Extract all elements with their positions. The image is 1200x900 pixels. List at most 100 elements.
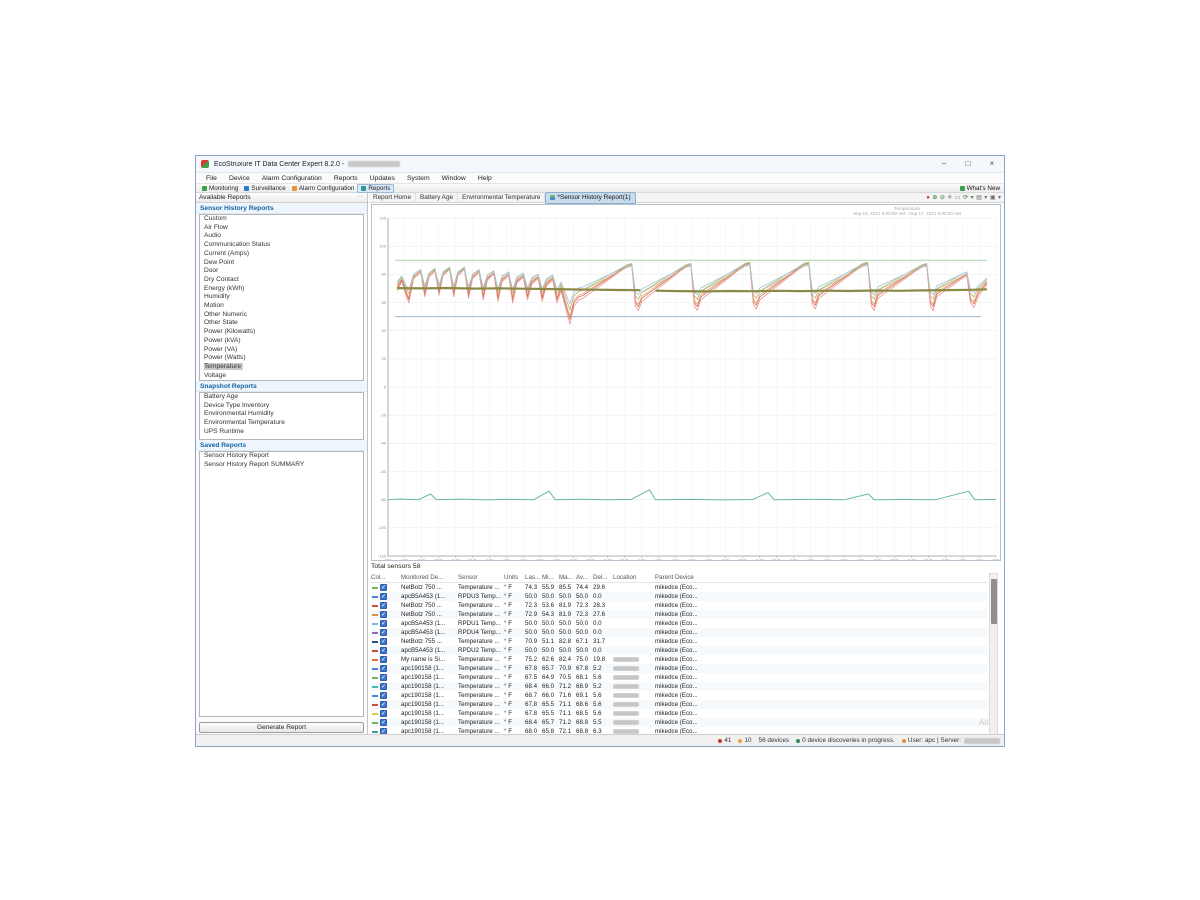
graph-menu-icon[interactable]: ▾ (971, 194, 974, 202)
list-item-ups-runtime[interactable]: UPS Runtime (200, 428, 363, 437)
row-checkbox[interactable]: ✓ (380, 584, 387, 591)
menu-item-reports[interactable]: Reports (328, 173, 364, 184)
row-checkbox[interactable]: ✓ (380, 593, 387, 600)
list-item-other-numeric[interactable]: Other Numeric (200, 311, 363, 320)
row-checkbox[interactable]: ✓ (380, 611, 387, 618)
list-item-sensor-history-report[interactable]: Sensor History Report (200, 452, 363, 461)
row-checkbox[interactable]: ✓ (380, 683, 387, 690)
table-row[interactable]: ✓apcB5A453 (1...RPDU4 Temp...° F50.050.0… (371, 628, 987, 637)
zoom-in-icon[interactable]: ⊕ (932, 194, 937, 202)
list-item-battery-age[interactable]: Battery Age (200, 393, 363, 402)
column-header-mi[interactable]: Mi... (542, 574, 559, 581)
column-header-col[interactable]: Col... (371, 574, 401, 581)
more-menu-icon[interactable]: ▾ (998, 194, 1001, 202)
table-row[interactable]: ✓apc190158 (1...Temperature ...° F67.564… (371, 673, 987, 682)
menu-item-file[interactable]: File (200, 173, 223, 184)
list-item-audio[interactable]: Audio (200, 232, 363, 241)
tab-environmental-temperature[interactable]: Environmental Temperature (458, 193, 545, 203)
list-item-device-type-inventory[interactable]: Device Type Inventory (200, 402, 363, 411)
table-row[interactable]: ✓apc190158 (1...Temperature ...° F68.465… (371, 718, 987, 727)
row-checkbox[interactable]: ✓ (380, 674, 387, 681)
perspective-alarm-configuration[interactable]: Alarm Configuration (289, 184, 358, 193)
table-row[interactable]: ✓apcB5A453 (1...RPDU3 Temp...° F50.050.0… (371, 592, 987, 601)
table-row[interactable]: ✓apc190158 (1...Temperature ...° F67.865… (371, 664, 987, 673)
menu-item-alarm-configuration[interactable]: Alarm Configuration (256, 173, 328, 184)
export-icon[interactable]: ▣ (990, 194, 996, 202)
list-item-humidity[interactable]: Humidity (200, 293, 363, 302)
menu-item-window[interactable]: Window (436, 173, 472, 184)
pane-menu-icon[interactable]: ▫▫ (358, 194, 364, 202)
menu-item-help[interactable]: Help (472, 173, 498, 184)
temperature-line-chart[interactable]: 120100806040200-20-40-60-80-100-1206:007… (372, 205, 1000, 560)
column-header-ma[interactable]: Ma... (559, 574, 576, 581)
table-row[interactable]: ✓NetBotz 755 ...Temperature ...° F70.951… (371, 637, 987, 646)
close-button[interactable]: × (980, 156, 1004, 172)
list-item-dry-contact[interactable]: Dry Contact (200, 276, 363, 285)
list-item-dew-point[interactable]: Dew Point (200, 259, 363, 268)
list-item-custom[interactable]: Custom (200, 215, 363, 224)
row-checkbox[interactable]: ✓ (380, 719, 387, 726)
maximize-button[interactable]: □ (956, 156, 980, 172)
row-checkbox[interactable]: ✓ (380, 620, 387, 627)
list-item-power-va-[interactable]: Power (VA) (200, 346, 363, 355)
column-header-monitoredde[interactable]: Monitored De... (401, 574, 458, 581)
list-item-environmental-humidity[interactable]: Environmental Humidity (200, 410, 363, 419)
row-checkbox[interactable]: ✓ (380, 710, 387, 717)
title-bar[interactable]: EcoStruxure IT Data Center Expert 8.2.0 … (196, 156, 1004, 173)
perspective-surveillance[interactable]: Surveillance (241, 184, 288, 193)
select-region-icon[interactable]: ▭ (955, 194, 961, 202)
list-item-sensor-history-report-summary[interactable]: Sensor History Report SUMMARY (200, 461, 363, 470)
menu-item-device[interactable]: Device (223, 173, 256, 184)
menu-item-system[interactable]: System (401, 173, 436, 184)
table-row[interactable]: ✓apc190158 (1...Temperature ...° F67.865… (371, 709, 987, 718)
column-header-location[interactable]: Location (613, 574, 655, 581)
table-row[interactable]: ✓apc190158 (1...Temperature ...° F68.466… (371, 682, 987, 691)
list-item-other-state[interactable]: Other State (200, 319, 363, 328)
list-item-power-watts-[interactable]: Power (Watts) (200, 354, 363, 363)
row-checkbox[interactable]: ✓ (380, 629, 387, 636)
minimize-button[interactable]: – (932, 156, 956, 172)
table-row[interactable]: ✓apc190158 (1...Temperature ...° F67.865… (371, 700, 987, 709)
grid-view-icon[interactable]: ▤ (976, 194, 982, 202)
list-item-temperature[interactable]: Temperature (200, 363, 363, 372)
pan-icon[interactable]: ✛ (947, 194, 952, 202)
column-header-av[interactable]: Av... (576, 574, 593, 581)
column-header-del[interactable]: Del... (593, 574, 613, 581)
column-header-units[interactable]: Units (504, 574, 525, 581)
table-row[interactable]: ✓apc190158 (1...Temperature ...° F68.766… (371, 691, 987, 700)
zoom-out-icon[interactable]: ⊖ (940, 194, 945, 202)
list-item-environmental-temperature[interactable]: Environmental Temperature (200, 419, 363, 428)
row-checkbox[interactable]: ✓ (380, 638, 387, 645)
table-row[interactable]: ✓NetBotz 750 ...Temperature ...° F72.954… (371, 610, 987, 619)
table-row[interactable]: ✓My name is Si...Temperature ...° F75.26… (371, 655, 987, 664)
list-item-air-flow[interactable]: Air Flow (200, 224, 363, 233)
row-checkbox[interactable]: ✓ (380, 647, 387, 654)
list-item-communication-status[interactable]: Communication Status (200, 241, 363, 250)
list-item-power-kilowatts-[interactable]: Power (Kilowatts) (200, 328, 363, 337)
table-row[interactable]: ✓NetBotz 750 ...Temperature ...° F74.355… (371, 583, 987, 592)
refresh-icon[interactable]: ⟳ (963, 194, 968, 202)
list-item-motion[interactable]: Motion (200, 302, 363, 311)
column-header-las[interactable]: Las... (525, 574, 542, 581)
tab-report-home[interactable]: Report Home (369, 193, 416, 203)
table-row[interactable]: ✓apcB5A453 (1...RPDU2 Temp...° F50.050.0… (371, 646, 987, 655)
perspective-reports[interactable]: Reports (357, 184, 394, 193)
row-checkbox[interactable]: ✓ (380, 692, 387, 699)
list-item-current-amps-[interactable]: Current (Amps) (200, 250, 363, 259)
list-item-door[interactable]: Door (200, 267, 363, 276)
column-header-sensor[interactable]: Sensor (458, 574, 504, 581)
list-item-energy-kwh-[interactable]: Energy (kWh) (200, 285, 363, 294)
row-checkbox[interactable]: ✓ (380, 602, 387, 609)
table-row[interactable]: ✓NetBotz 750 ...Temperature ...° F72.353… (371, 601, 987, 610)
tab--sensor-history-report-1-[interactable]: *Sensor History Report(1) (545, 192, 635, 204)
table-scrollbar-thumb[interactable] (991, 579, 997, 624)
generate-report-button[interactable]: Generate Report (199, 722, 364, 733)
view-menu-icon[interactable]: ▾ (984, 194, 987, 202)
perspective-monitoring[interactable]: Monitoring (199, 184, 241, 193)
row-checkbox[interactable]: ✓ (380, 656, 387, 663)
alarm-dot-icon[interactable]: ● (926, 194, 930, 202)
table-row[interactable]: ✓apcB5A453 (1...RPDU1 Temp...° F50.050.0… (371, 619, 987, 628)
menu-item-updates[interactable]: Updates (364, 173, 401, 184)
row-checkbox[interactable]: ✓ (380, 701, 387, 708)
tab-battery-age[interactable]: Battery Age (416, 193, 458, 203)
